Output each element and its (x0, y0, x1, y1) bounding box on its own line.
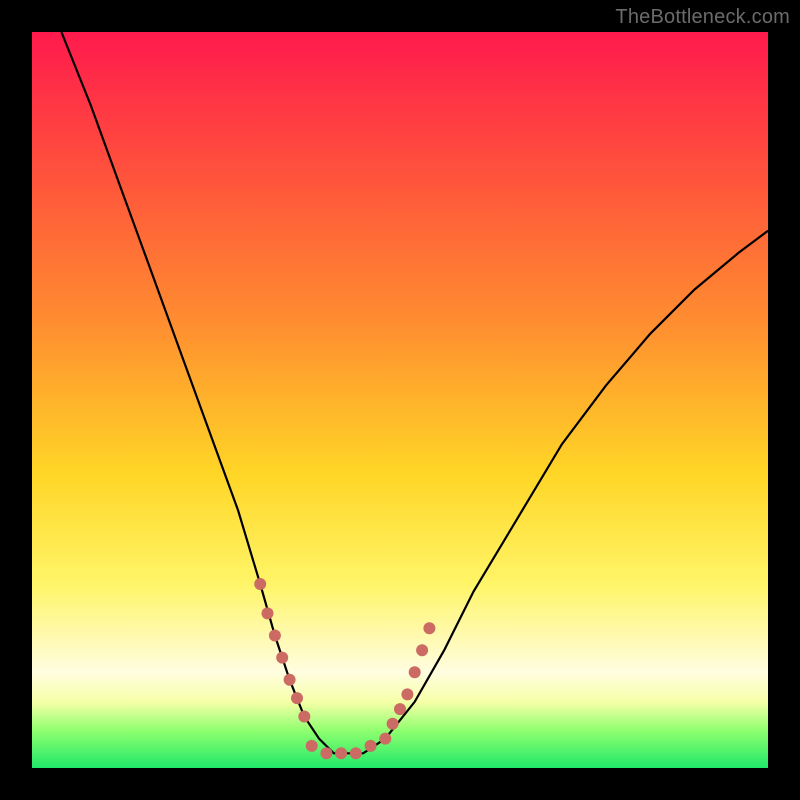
dot (306, 740, 318, 752)
dot (262, 607, 274, 619)
dot (284, 674, 296, 686)
dot (365, 740, 377, 752)
right-dotted-segment (387, 622, 436, 730)
dot (269, 630, 281, 642)
outer-frame: TheBottleneck.com (0, 0, 800, 800)
dot (379, 733, 391, 745)
dot (387, 718, 399, 730)
plot-area (32, 32, 768, 768)
dot (320, 747, 332, 759)
dot (254, 578, 266, 590)
dot (423, 622, 435, 634)
bottleneck-curve (61, 32, 768, 753)
watermark-text: TheBottleneck.com (615, 6, 790, 29)
dot (416, 644, 428, 656)
dot (350, 747, 362, 759)
dot (409, 666, 421, 678)
dot (401, 688, 413, 700)
chart-svg (32, 32, 768, 768)
dot (335, 747, 347, 759)
dot (276, 652, 288, 664)
dot (394, 703, 406, 715)
dot (291, 692, 303, 704)
dot (298, 711, 310, 723)
left-dotted-segment (254, 578, 310, 723)
